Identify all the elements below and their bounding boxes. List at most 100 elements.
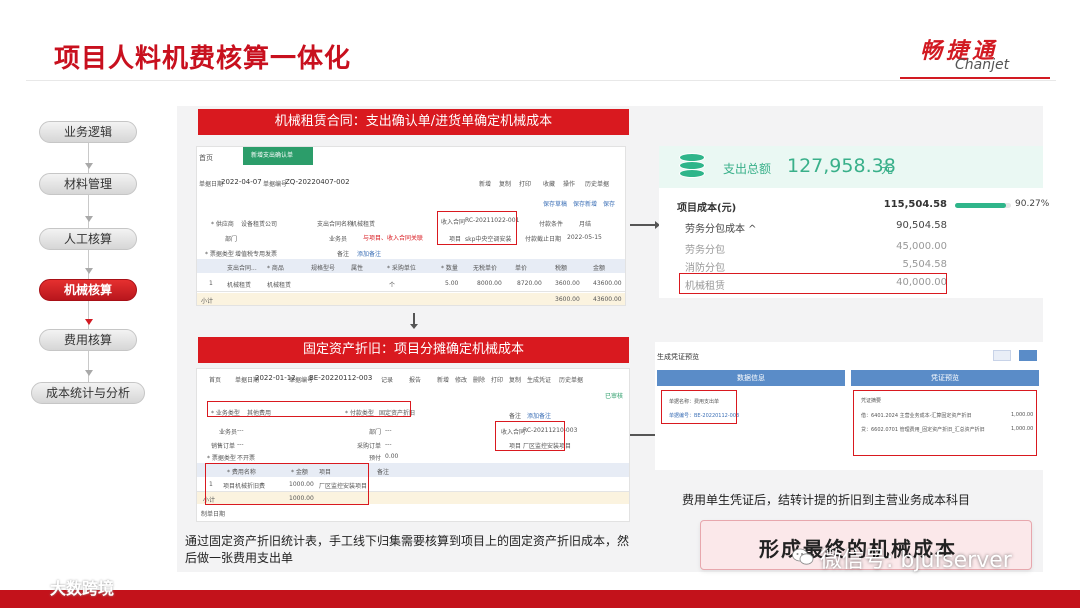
save-button[interactable]: 保存 (603, 199, 615, 208)
memo-label: 备注 (509, 413, 522, 420)
annotation-text: 与项目、收入合同关联 (363, 235, 424, 242)
maker-label: 制单日期 (201, 511, 226, 518)
nav-item-material[interactable]: 材料管理 (39, 173, 137, 195)
toolbar-edit[interactable]: 修改 (455, 375, 467, 384)
col-tax: 税额 (555, 265, 568, 272)
toolbar-favorite[interactable]: 收藏 (543, 179, 555, 188)
row-unit: 个 (389, 282, 396, 289)
logo-underline (900, 77, 1050, 79)
arrow-down-icon (410, 313, 418, 329)
footer-bar (0, 590, 1080, 608)
highlight-expense-type (207, 401, 411, 417)
row-tax: 3600.00 (555, 280, 580, 287)
toolbar-new[interactable]: 新增 (437, 375, 449, 384)
receipt-value: 0.00 (385, 453, 399, 460)
slide: 项目人料机费核算一体化 畅捷通 Chanjet 业务逻辑 材料管理 人工核算 机… (0, 0, 1080, 608)
dept-label: 部门 (225, 236, 238, 243)
order-value: --- (237, 441, 244, 448)
pay-term-value: 月结 (579, 221, 592, 228)
home-tab[interactable]: 首页 (209, 375, 221, 384)
col-price: 单价 (515, 265, 528, 272)
toolbar-copy[interactable]: 复制 (499, 179, 511, 188)
nav-item-expense[interactable]: 费用核算 (39, 329, 137, 351)
contract-label: 支出合同名称 (317, 221, 354, 228)
memo-link[interactable]: 添加备注 (357, 249, 381, 258)
no-label: 单据编号 (263, 181, 288, 188)
total-expense-label: 支出总额 (723, 162, 772, 176)
supplier-value: 设备租赁公司 (241, 221, 278, 228)
arrow-right-icon (630, 221, 660, 229)
voucher-preview: 生成凭证预览 数据信息 凭证预览 单据名称：费用支出单 单据编号：BE-2022… (655, 342, 1043, 470)
wechat-icon (792, 548, 814, 565)
col-qty: * 数量 (441, 265, 458, 272)
save-new-button[interactable]: 保存新增 (573, 199, 597, 208)
row-contract: 机械租赁 (227, 282, 252, 289)
subtotal-amount: 43600.00 (593, 296, 622, 303)
col-spec: 规格型号 (311, 265, 336, 272)
nav-item-business-logic[interactable]: 业务逻辑 (39, 121, 137, 143)
save-draft-button[interactable]: 保存草稿 (543, 199, 567, 208)
total-expense-unit: 元 (881, 162, 894, 176)
toolbar-print[interactable]: 打印 (491, 375, 503, 384)
row-price: 8720.00 (517, 280, 542, 287)
row-amount: 43600.00 (593, 280, 622, 287)
cost-progress-fill (955, 203, 1006, 208)
toolbar-print[interactable]: 打印 (519, 179, 531, 188)
nav-item-machinery[interactable]: 机械核算 (39, 279, 137, 301)
pay-term-label: 付款条件 (539, 221, 564, 228)
arrow-right-icon (630, 431, 660, 439)
highlight-doc-info (661, 390, 737, 424)
receipt-label: 预付 (369, 455, 382, 462)
staff-label: 业务员 (329, 236, 348, 243)
toolbar-history[interactable]: 历史单据 (559, 375, 583, 384)
toolbar-new[interactable]: 新增 (479, 179, 491, 188)
voucher-cancel-button[interactable] (993, 350, 1011, 361)
cost-progress-bar (955, 203, 1011, 208)
due-label: 付款截止日期 (525, 236, 562, 243)
memo-link[interactable]: 添加备注 (527, 411, 551, 420)
highlight-machinery-row (679, 273, 947, 294)
dept-label: 部门 (369, 429, 382, 436)
col-price-ex: 无税单价 (473, 265, 498, 272)
subtotal-tax: 3600.00 (555, 296, 580, 303)
row-idx: 1 (209, 280, 213, 287)
nav-arrow-icon (85, 370, 93, 376)
row-qty: 5.00 (445, 280, 459, 287)
highlight-income-project (437, 211, 517, 245)
nav-arrow-icon (85, 268, 93, 274)
purchase-label: 采购订单 (357, 443, 382, 450)
row-divider (197, 291, 625, 292)
staff-value: --- (237, 427, 244, 434)
slide-title: 项目人料机费核算一体化 (54, 44, 352, 74)
toolbar-report[interactable]: 报告 (409, 375, 421, 384)
col-memo: 备注 (377, 469, 390, 476)
total-expense-value: 127,958.38 (787, 155, 896, 177)
col-amount: 金额 (593, 265, 606, 272)
toolbar-copy[interactable]: 复制 (509, 375, 521, 384)
nav-item-cost-analysis[interactable]: 成本统计与分析 (31, 382, 145, 404)
row-price-ex: 8000.00 (477, 280, 502, 287)
cost-summary-card: 支出总额 127,958.38 元 项目成本(元) 115,504.58 90.… (659, 146, 1049, 298)
home-tab[interactable]: 首页 (199, 153, 213, 163)
nav-item-labor[interactable]: 人工核算 (39, 228, 137, 250)
voucher-confirm-button[interactable] (1019, 350, 1037, 361)
nav-arrow-active-icon (85, 319, 93, 325)
highlight-voucher-lines (853, 390, 1037, 456)
highlight-expense-row (205, 463, 369, 505)
toolbar-voucher[interactable]: 生成凭证 (527, 375, 551, 384)
contract-value: 机械租赁 (351, 221, 376, 228)
voucher-col-left: 数据信息 (657, 370, 845, 386)
col-unit: * 采购单位 (387, 265, 416, 272)
toolbar-actions[interactable]: 操作 (563, 179, 575, 188)
doc-number: BE-20220112-003 (309, 374, 373, 382)
supplier-label: * 供应商 (211, 221, 234, 228)
toolbar-delete[interactable]: 删除 (473, 375, 485, 384)
staff-label: 业务员 (219, 429, 238, 436)
doc-tab[interactable]: 新增支出确认单 (243, 147, 313, 165)
nav-arrow-icon (85, 216, 93, 222)
doc-date: 2022-04-07 (221, 178, 262, 186)
col-attr: 属性 (351, 265, 364, 272)
toolbar-history[interactable]: 历史单据 (585, 179, 609, 188)
toolbar-record[interactable]: 记录 (381, 375, 393, 384)
chanjet-logo-en: Chanjet (955, 57, 1010, 73)
